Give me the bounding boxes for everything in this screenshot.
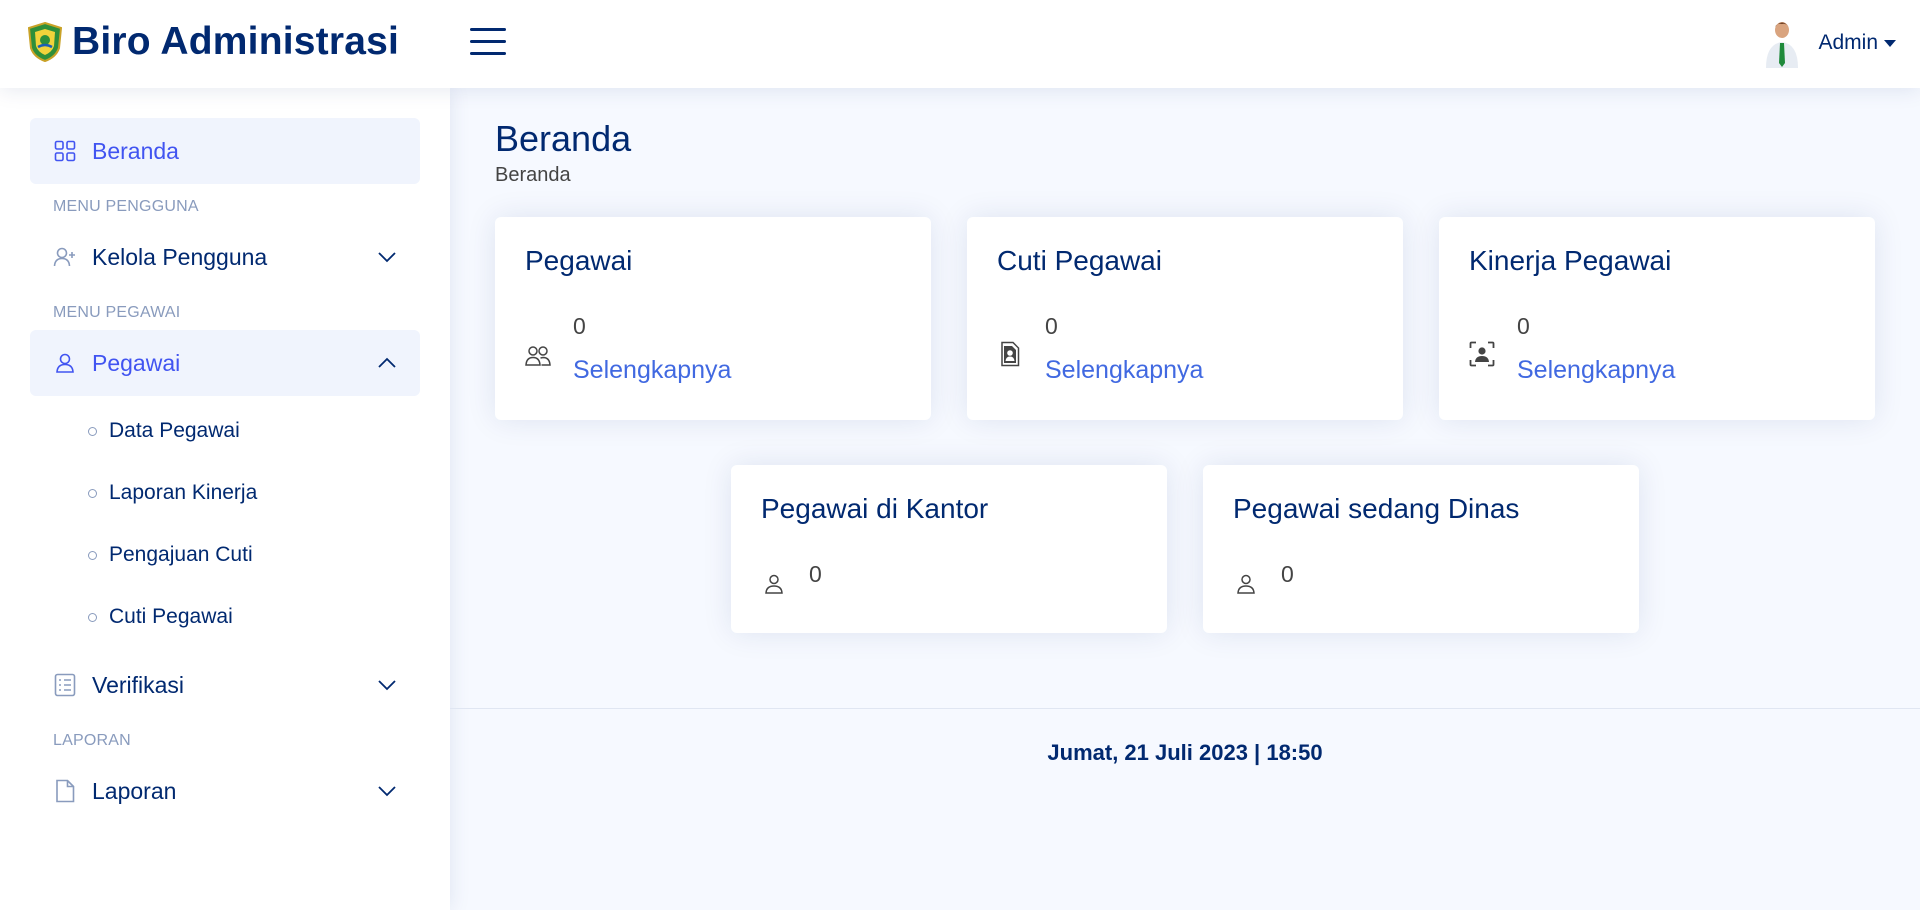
footer-datetime: Jumat, 21 Juli 2023 | 18:50 xyxy=(1047,740,1323,765)
sidebar-item-label: Kelola Pengguna xyxy=(92,243,268,270)
subnav-item-data-pegawai[interactable]: Data Pegawai xyxy=(88,400,420,462)
people-icon xyxy=(525,343,551,369)
card-title: Pegawai sedang Dinas xyxy=(1233,493,1520,524)
circle-icon xyxy=(88,488,97,498)
chevron-down-icon xyxy=(378,680,396,691)
footer-divider xyxy=(450,708,1920,709)
card-pegawai-di-kantor: Pegawai di Kantor 0 xyxy=(731,465,1167,633)
pegawai-submenu: Data Pegawai Laporan Kinerja Pengajuan C… xyxy=(30,396,420,652)
subnav-label: Laporan Kinerja xyxy=(109,481,258,504)
breadcrumb: Beranda xyxy=(495,164,571,186)
card-value: 0 xyxy=(573,313,586,339)
sidebar-item-label: Pegawai xyxy=(92,349,181,376)
card-cuti-pegawai: Cuti Pegawai 0 Selengkapnya xyxy=(967,217,1403,420)
circle-icon xyxy=(88,426,97,436)
card-title: Pegawai di Kantor xyxy=(761,493,989,524)
selengkapnya-link[interactable]: Selengkapnya xyxy=(1045,356,1203,385)
sidebar-item-label: Verifikasi xyxy=(92,671,185,698)
card-value: 0 xyxy=(809,561,822,587)
subnav-label: Cuti Pegawai xyxy=(109,605,233,628)
chevron-up-icon xyxy=(378,357,396,368)
toggle-sidebar-button[interactable] xyxy=(470,28,506,58)
card-value: 0 xyxy=(1045,313,1058,339)
person-icon xyxy=(761,571,787,597)
subnav-item-cuti-pegawai[interactable]: Cuti Pegawai xyxy=(88,586,420,648)
person-bounding-box-icon xyxy=(1469,341,1495,367)
sidebar: Beranda MENU PENGGUNA Kelola Pengguna ME… xyxy=(0,88,450,910)
chevron-down-icon xyxy=(378,786,396,797)
card-value: 0 xyxy=(1281,561,1294,587)
sidebar-item-label: Laporan xyxy=(92,777,177,804)
circle-icon xyxy=(88,612,97,622)
app-title: Biro Administrasi xyxy=(72,20,400,63)
menu-bar-icon xyxy=(470,52,506,55)
user-menu[interactable]: Admin xyxy=(1760,18,1896,68)
circle-icon xyxy=(88,550,97,560)
subnav-label: Pengajuan Cuti xyxy=(109,543,253,566)
card-pegawai: Pegawai 0 Selengkapnya xyxy=(495,217,931,420)
sidebar-item-verifikasi[interactable]: Verifikasi xyxy=(30,652,420,718)
page-title: Beranda xyxy=(495,118,632,159)
card-value: 0 xyxy=(1517,313,1530,339)
sidebar-heading: MENU PEGAWAI xyxy=(53,304,181,321)
sidebar-item-kelola-pengguna[interactable]: Kelola Pengguna xyxy=(30,224,420,290)
subnav-label: Data Pegawai xyxy=(109,419,240,442)
caret-down-icon xyxy=(1884,39,1896,47)
file-person-icon xyxy=(997,341,1023,367)
selengkapnya-link[interactable]: Selengkapnya xyxy=(1517,356,1675,385)
sidebar-item-beranda[interactable]: Beranda xyxy=(30,118,420,184)
user-name: Admin xyxy=(1818,31,1878,54)
brand-logo[interactable]: Biro Administrasi xyxy=(28,20,399,64)
person-icon xyxy=(52,350,78,376)
card-pegawai-sedang-dinas: Pegawai sedang Dinas 0 xyxy=(1203,465,1639,633)
card-title: Kinerja Pegawai xyxy=(1469,245,1672,276)
card-title: Pegawai xyxy=(525,245,633,276)
sidebar-heading: LAPORAN xyxy=(53,732,131,749)
menu-bar-icon xyxy=(470,40,506,43)
main-content: Beranda Beranda Pegawai 0 Selengkapnya C… xyxy=(450,88,1920,910)
person-icon xyxy=(1233,571,1259,597)
sidebar-heading: MENU PENGGUNA xyxy=(53,198,199,215)
card-title: Cuti Pegawai xyxy=(997,245,1162,276)
sidebar-item-laporan[interactable]: Laporan xyxy=(30,758,420,824)
menu-bar-icon xyxy=(470,28,506,31)
shield-emblem-icon xyxy=(28,22,62,62)
top-header: Biro Administrasi Admin xyxy=(0,0,1920,88)
subnav-item-laporan-kinerja[interactable]: Laporan Kinerja xyxy=(88,462,420,524)
card-checklist-icon xyxy=(52,672,78,698)
card-kinerja-pegawai: Kinerja Pegawai 0 Selengkapnya xyxy=(1439,217,1875,420)
sidebar-item-pegawai[interactable]: Pegawai xyxy=(30,330,420,396)
file-icon xyxy=(52,778,78,804)
chevron-down-icon xyxy=(378,252,396,263)
selengkapnya-link[interactable]: Selengkapnya xyxy=(573,356,731,385)
person-plus-icon xyxy=(52,244,78,270)
grid-icon xyxy=(52,138,78,164)
sidebar-item-label: Beranda xyxy=(92,137,179,164)
avatar xyxy=(1766,22,1799,68)
subnav-item-pengajuan-cuti[interactable]: Pengajuan Cuti xyxy=(88,524,420,586)
